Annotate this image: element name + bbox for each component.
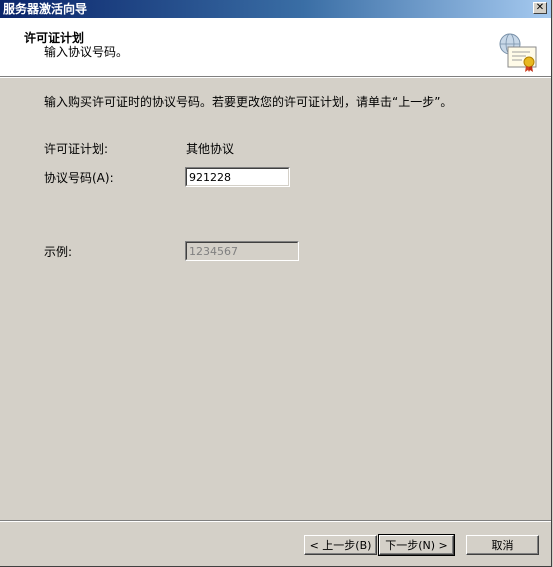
title-bar[interactable]: 服务器激活向导 ✕ <box>0 0 551 18</box>
agreement-number-label: 协议号码(A): <box>44 171 114 185</box>
page-subtitle: 输入协议号码。 <box>44 45 129 59</box>
window-title: 服务器激活向导 <box>3 2 88 16</box>
cancel-button[interactable]: 取消 <box>466 535 539 555</box>
activation-wizard-window: 服务器激活向导 ✕ 许可证计划 输入协议号码。 输入购买许可证时的协议号码。若要… <box>0 0 552 567</box>
header-divider <box>0 77 551 78</box>
agreement-number-input[interactable] <box>186 168 289 186</box>
page-title: 许可证计划 <box>24 31 85 45</box>
back-button[interactable]: < 上一步(B) <box>304 535 377 555</box>
plan-value: 其他协议 <box>186 142 235 156</box>
example-input <box>186 242 298 260</box>
next-button[interactable]: 下一步(N) > <box>378 534 455 556</box>
agreement-number-field[interactable] <box>185 167 290 187</box>
certificate-icon <box>499 33 537 72</box>
button-bar-divider <box>0 520 551 522</box>
example-field <box>185 241 299 261</box>
close-button[interactable]: ✕ <box>533 2 547 14</box>
example-label: 示例: <box>44 245 73 259</box>
wizard-header: 许可证计划 输入协议号码。 <box>0 18 551 77</box>
plan-label: 许可证计划: <box>44 142 109 156</box>
instruction-text: 输入购买许可证时的协议号码。若要更改您的许可证计划，请单击“上一步”。 <box>44 95 453 109</box>
